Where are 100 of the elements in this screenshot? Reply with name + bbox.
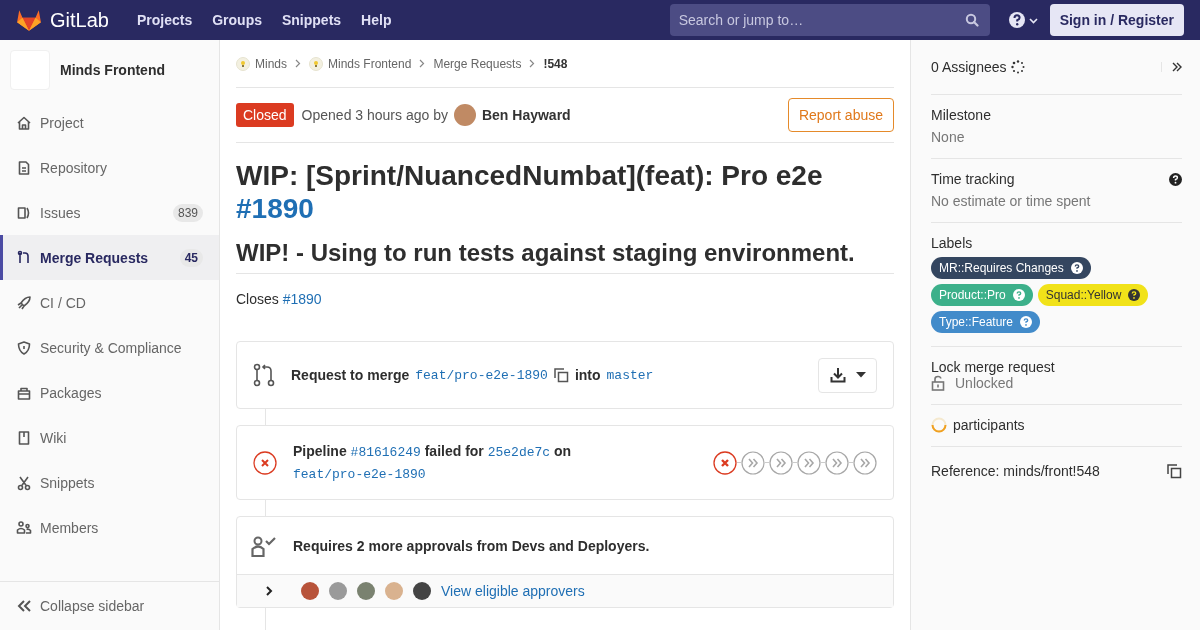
label-tag[interactable]: MR::Requires Changes <box>931 257 1091 279</box>
breadcrumb-link[interactable]: !548 <box>543 56 568 71</box>
scissors-icon <box>16 474 32 491</box>
status-badge: Closed <box>236 103 294 127</box>
help-icon <box>1128 289 1141 301</box>
logo-wordmark[interactable]: GitLab <box>50 8 109 32</box>
branch-link[interactable]: feat/pro-e2e-1890 <box>293 466 426 482</box>
download-dropdown-button[interactable] <box>818 357 877 393</box>
branch-link[interactable]: master <box>606 367 654 383</box>
reference-text: Reference: minds/front!548 <box>931 463 1100 479</box>
commit-link[interactable]: 25e2de7c <box>487 444 551 460</box>
lock-label: Lock merge request <box>931 359 1056 375</box>
sidebar-item[interactable]: Security & Compliance <box>0 325 219 370</box>
skipped-stage-icon[interactable] <box>825 450 849 475</box>
breadcrumb-link[interactable]: Minds <box>236 56 287 71</box>
sidebar-item[interactable]: Repository <box>0 145 219 190</box>
search-icon <box>964 13 979 27</box>
issues-icon <box>16 204 32 221</box>
sidebar-item[interactable]: CI / CD <box>0 280 219 325</box>
branch-link[interactable]: feat/pro-e2e-1890 <box>415 367 548 383</box>
nav-link[interactable]: Help <box>361 12 392 28</box>
fox-logo-icon[interactable] <box>16 8 42 32</box>
double-chevron-left-icon <box>16 599 32 613</box>
skipped-stage-icon[interactable] <box>741 450 765 475</box>
chevron-right-icon[interactable] <box>265 585 273 597</box>
collapse-sidebar-link[interactable]: Collapse sidebar <box>0 581 219 630</box>
time-tracking-value: No estimate or time spent <box>931 193 1092 209</box>
sidebar-item[interactable]: Snippets <box>0 460 219 505</box>
sidebar-item[interactable]: Members <box>0 505 219 550</box>
sidebar-item[interactable]: Merge Requests 45 <box>0 235 219 280</box>
people-icon <box>16 519 32 536</box>
breadcrumb-link[interactable]: Minds Frontend <box>309 56 412 71</box>
nav-link[interactable]: Projects <box>136 12 193 28</box>
caret-down-icon <box>856 372 866 378</box>
document-icon <box>16 159 32 176</box>
sign-in-button[interactable]: Sign in / Register <box>1049 4 1184 36</box>
skipped-stage-icon[interactable] <box>769 450 793 475</box>
avatar-placeholder[interactable] <box>413 582 431 600</box>
count-badge: 45 <box>179 248 203 267</box>
merge-request-icon <box>16 249 32 266</box>
pipeline-link[interactable]: #81616249 <box>350 444 421 460</box>
bulb-avatar-icon <box>309 56 323 71</box>
approvals-text: Requires 2 more approvals from Devs and Deployers. <box>293 537 650 554</box>
skipped-stage-icon[interactable] <box>797 450 821 475</box>
time-tracking-label: Time tracking <box>931 171 1015 187</box>
failed-status-icon <box>253 450 277 475</box>
bulb-avatar-icon <box>236 56 250 71</box>
sidebar-item[interactable]: Wiki <box>0 415 219 460</box>
opened-text: Opened 3 hours ago by <box>301 107 448 123</box>
copy-icon[interactable] <box>553 367 569 383</box>
sidebar-item[interactable]: Packages <box>0 370 219 415</box>
help-icon <box>1070 262 1083 274</box>
help-icon <box>1020 316 1033 328</box>
loading-spinner-icon <box>1010 60 1025 74</box>
sidebar-item[interactable]: Project <box>0 100 219 145</box>
shield-icon <box>16 339 32 356</box>
issue-link[interactable]: #1890 <box>236 193 314 224</box>
merge-request-title: WIP: [Sprint/NuancedNumbat](feat): Pro e2e #1890 <box>236 159 824 225</box>
chevron-right-icon <box>419 59 426 68</box>
labels-heading: Labels <box>931 235 974 251</box>
milestone-value: None <box>931 129 966 145</box>
skipped-stage-icon[interactable] <box>853 450 877 475</box>
closes-text: Closes #1890 <box>236 291 323 307</box>
lock-status: Unlocked <box>955 375 1014 391</box>
label-tag[interactable]: Squad::Yellow <box>1037 284 1149 306</box>
help-icon <box>1012 289 1025 301</box>
book-icon <box>16 429 32 446</box>
copy-icon[interactable] <box>1167 463 1182 479</box>
assignees-label: 0 Assignees <box>931 59 1007 75</box>
label-tag[interactable]: Type::Feature <box>931 311 1041 333</box>
search-field[interactable]: Search or jump to… <box>669 4 990 36</box>
open-padlock-icon <box>931 375 945 391</box>
merge-label: Request to merge <box>291 367 410 383</box>
avatar-placeholder[interactable] <box>301 582 319 600</box>
count-badge: 839 <box>172 203 203 222</box>
nav-link[interactable]: Snippets <box>281 12 342 28</box>
double-chevron-right-icon[interactable] <box>1161 62 1182 72</box>
nav-link[interactable]: Groups <box>212 12 262 28</box>
pipeline-status-text: Pipeline #81616249 failed for 25e2de7c on feat/pro-e2e-1890 <box>293 441 573 484</box>
rocket-icon <box>16 294 32 311</box>
user-check-icon <box>251 534 277 557</box>
failed-stage-icon[interactable] <box>713 450 737 475</box>
breadcrumb-link[interactable]: Merge Requests <box>433 56 522 71</box>
author-link[interactable]: Ben Hayward <box>481 107 571 123</box>
house-icon <box>16 114 32 131</box>
merge-request-icon <box>253 363 275 387</box>
chevron-right-icon <box>295 59 301 68</box>
project-name[interactable]: Minds Frontend <box>60 62 165 78</box>
into-label: into <box>574 367 601 383</box>
milestone-label: Milestone <box>931 107 992 123</box>
issue-link[interactable]: #1890 <box>282 291 322 307</box>
view-approvers-link[interactable]: View eligible approvers <box>441 583 585 599</box>
participants-label: participants <box>953 417 1025 433</box>
description-heading: WIP! - Using to run tests against staging environment. <box>236 239 894 274</box>
sidebar-item[interactable]: Issues 839 <box>0 190 219 235</box>
report-abuse-button[interactable]: Report abuse <box>787 98 894 132</box>
download-icon <box>830 367 846 383</box>
chevron-right-icon <box>529 59 536 68</box>
loading-spinner-icon <box>931 417 947 433</box>
help-icon[interactable] <box>1169 172 1182 186</box>
